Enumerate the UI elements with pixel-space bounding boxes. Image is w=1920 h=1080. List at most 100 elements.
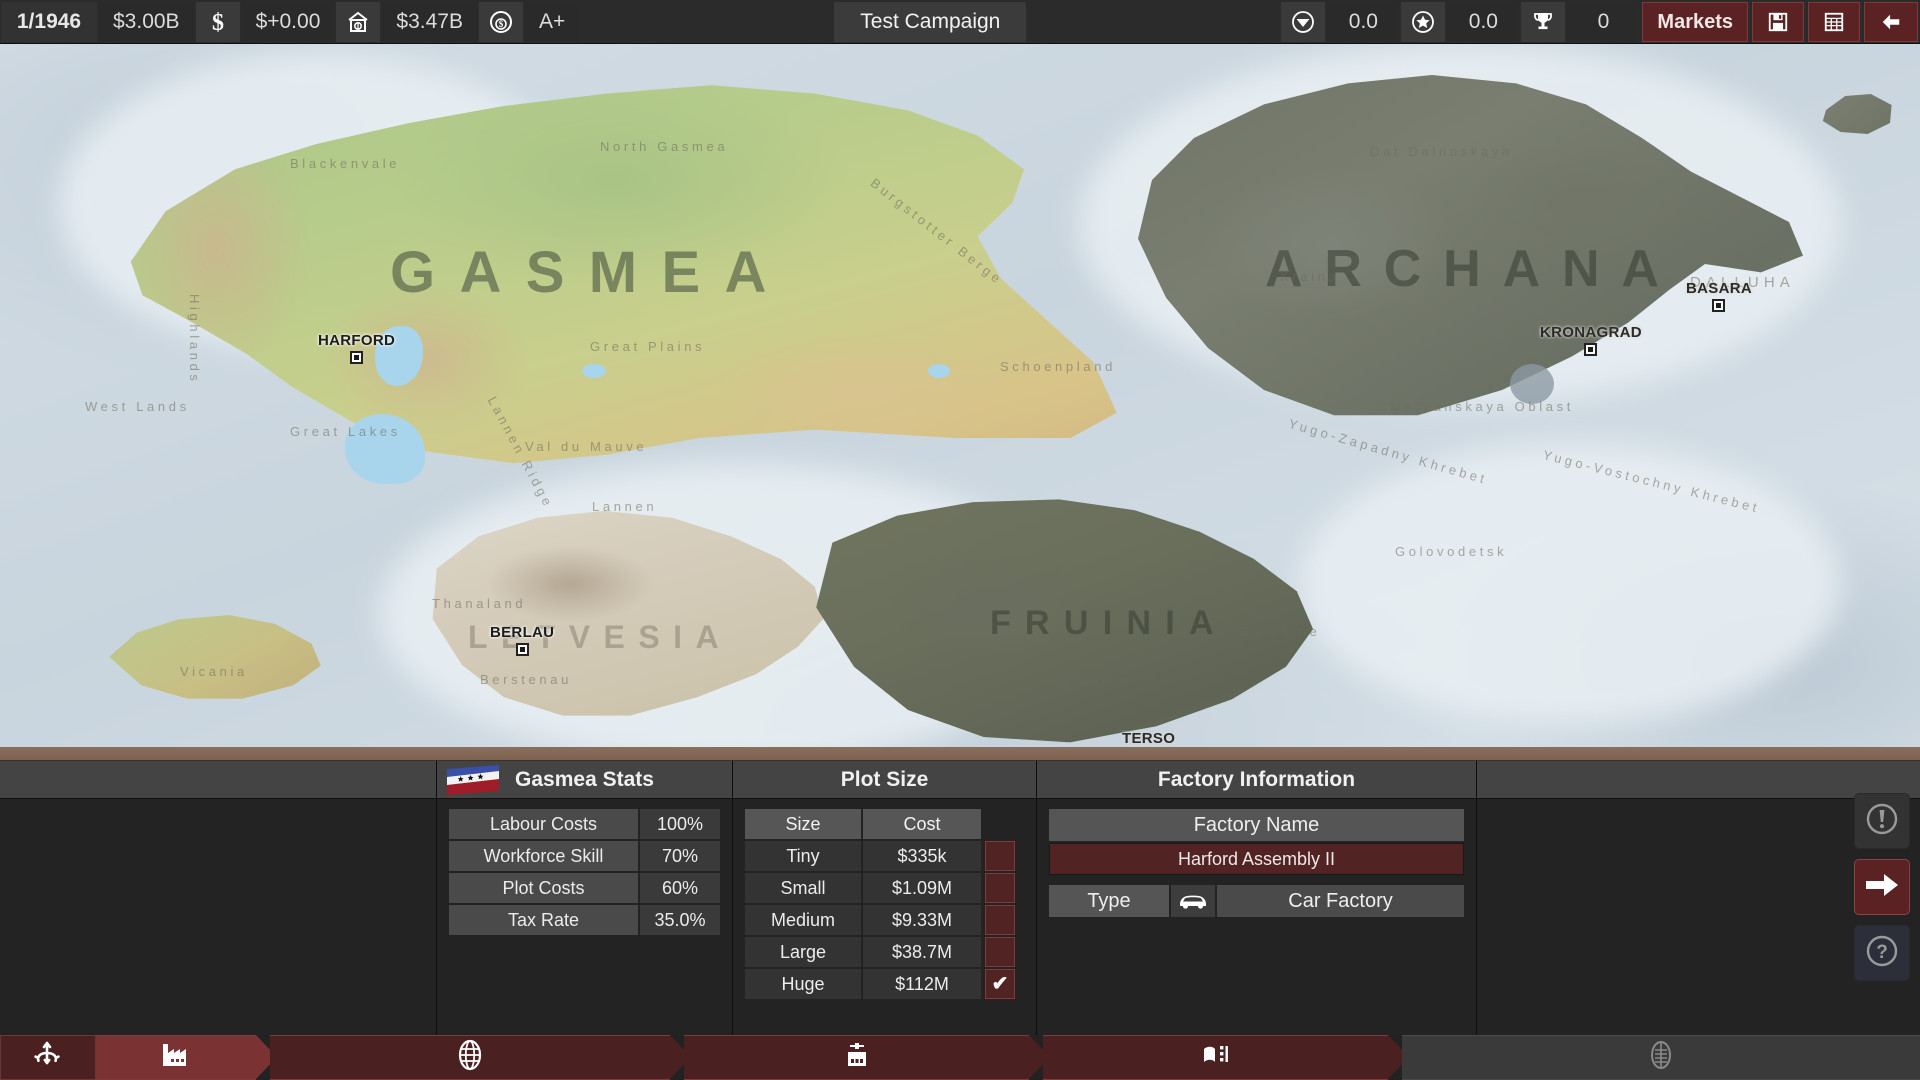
plot-size-radio[interactable]: [985, 873, 1015, 903]
plot-size-radio[interactable]: [985, 937, 1015, 967]
city-label: KRONAGRAD: [1540, 324, 1642, 341]
table-row: Labour Costs 100%: [449, 809, 720, 839]
warning-button[interactable]: [1854, 793, 1910, 849]
city-terso[interactable]: TERSO: [1122, 730, 1175, 747]
world-map[interactable]: GASMEA ARCHANA LETVESIA FRUINIA Blackenv…: [0, 44, 1920, 747]
city-berlau[interactable]: BERLAU: [490, 624, 554, 656]
svg-text:?: ?: [1876, 942, 1888, 963]
plot-size-header: Plot Size: [733, 761, 1036, 799]
side-action-buttons: ?: [1854, 793, 1910, 981]
plot-size-title: Plot Size: [841, 768, 929, 792]
region-label: Blackenvale: [290, 156, 400, 171]
region-label: West Lands: [85, 399, 190, 414]
company-value: $3.47B: [382, 2, 477, 42]
svg-text:$: $: [212, 10, 224, 35]
stat-label: Tax Rate: [449, 905, 638, 935]
region-label: North Gasmea: [600, 139, 728, 154]
bottom-info-panel: Gasmea Stats Labour Costs 100% Workforce…: [0, 761, 1920, 1035]
bottom-navigation-bar: [0, 1035, 1920, 1080]
diamond-icon[interactable]: [1281, 2, 1325, 42]
city-label: BERLAU: [490, 624, 554, 641]
house-value-icon[interactable]: [336, 2, 380, 42]
nav-home-button[interactable]: [0, 1035, 96, 1080]
city-marker-icon: [1584, 343, 1597, 356]
plot-size-cost: $9.33M: [863, 905, 981, 935]
svg-text:$: $: [499, 19, 504, 29]
stat-label: Plot Costs: [449, 873, 638, 903]
confirm-button[interactable]: [1854, 859, 1910, 915]
question-circle-icon: ?: [1865, 934, 1899, 973]
plot-size-radio[interactable]: [985, 841, 1015, 871]
star-icon[interactable]: [1401, 2, 1445, 42]
plot-size-radio[interactable]: [985, 905, 1015, 935]
floppy-disk-icon[interactable]: [1752, 2, 1804, 42]
lake: [928, 364, 950, 378]
prestige-value: 0.0: [1327, 2, 1399, 42]
coin-icon[interactable]: $: [479, 2, 523, 42]
plot-size-name: Small: [745, 873, 861, 903]
dollar-sign-icon[interactable]: $: [196, 2, 240, 42]
spreadsheet-icon[interactable]: [1808, 2, 1860, 42]
plot-size-radio-selected[interactable]: ✔: [985, 969, 1015, 999]
region-label: Highlands: [187, 294, 202, 385]
trophy-icon[interactable]: [1521, 2, 1565, 42]
table-row: Plot Costs 60%: [449, 873, 720, 903]
region-label: Berstenau: [480, 672, 572, 687]
factory-type-row: Type Car Factory: [1049, 885, 1464, 917]
city-label: HARFORD: [318, 332, 395, 349]
markets-button[interactable]: Markets: [1642, 2, 1748, 42]
region-label: Vicania: [180, 664, 248, 679]
globe-icon: [456, 1039, 484, 1076]
table-row: Tax Rate 35.0%: [449, 905, 720, 935]
continental-shelf: [1300, 444, 1840, 724]
nav-tab-locked[interactable]: [1402, 1035, 1920, 1080]
credit-rating: A+: [525, 2, 579, 42]
help-button[interactable]: ?: [1854, 925, 1910, 981]
nav-tab-research[interactable]: [1043, 1035, 1388, 1080]
region-label: Schoenpland: [1000, 359, 1116, 374]
city-kronagrad[interactable]: KRONAGRAD: [1540, 324, 1642, 356]
city-basara[interactable]: BASARA: [1686, 280, 1752, 312]
stat-value: 70%: [640, 841, 720, 871]
region-label: Great Plains: [590, 339, 705, 354]
trident-icon: [33, 1040, 63, 1075]
panel-column-stats: Gasmea Stats Labour Costs 100% Workforce…: [437, 761, 733, 1035]
plot-size-cost: $1.09M: [863, 873, 981, 903]
col-header-select: [985, 809, 1015, 839]
table-header-row: Size Cost: [745, 809, 1024, 839]
country-label-fruinia: FRUINIA: [990, 604, 1228, 643]
arrow-left-icon[interactable]: [1864, 2, 1918, 42]
table-row: Workforce Skill 70%: [449, 841, 720, 871]
factory-name-label: Factory Name: [1049, 809, 1464, 841]
table-row[interactable]: Medium $9.33M: [745, 905, 1024, 935]
factory-type-value[interactable]: Car Factory: [1217, 885, 1464, 917]
factory-type-label: Type: [1049, 885, 1169, 917]
factory-name-input[interactable]: Harford Assembly II: [1049, 843, 1464, 875]
table-row[interactable]: Small $1.09M: [745, 873, 1024, 903]
col-header-size: Size: [745, 809, 861, 839]
stat-value: 60%: [640, 873, 720, 903]
table-row[interactable]: Huge $112M ✔: [745, 969, 1024, 999]
region-label: Kraina: [1280, 269, 1339, 284]
col-header-cost: Cost: [863, 809, 981, 839]
nav-tab-factory[interactable]: [96, 1035, 256, 1080]
nav-tab-world[interactable]: [270, 1035, 670, 1080]
city-harford[interactable]: HARFORD: [318, 332, 395, 364]
car-icon: [1171, 885, 1215, 917]
table-row[interactable]: Tiny $335k: [745, 841, 1024, 871]
region-label: Val du Mauve: [525, 439, 647, 454]
stats-table: Labour Costs 100% Workforce Skill 70% Pl…: [437, 799, 732, 947]
plot-size-cost: $112M: [863, 969, 981, 999]
table-row[interactable]: Large $38.7M: [745, 937, 1024, 967]
topbar-spacer-left: [580, 0, 834, 43]
topbar-spacer-right: [1026, 0, 1280, 43]
panel-column-factory-info: Factory Information Factory Name Harford…: [1037, 761, 1477, 1035]
panel-divider: [0, 747, 1920, 761]
country-label-gasmea: GASMEA: [390, 239, 791, 306]
gasmea-flag-icon: [447, 765, 499, 795]
plot-size-name: Huge: [745, 969, 861, 999]
income-value: $+0.00: [242, 2, 335, 42]
nav-tab-industry[interactable]: [684, 1035, 1029, 1080]
fame-value: 0.0: [1447, 2, 1519, 42]
region-label: Dat Dalnoskaya: [1370, 144, 1513, 159]
